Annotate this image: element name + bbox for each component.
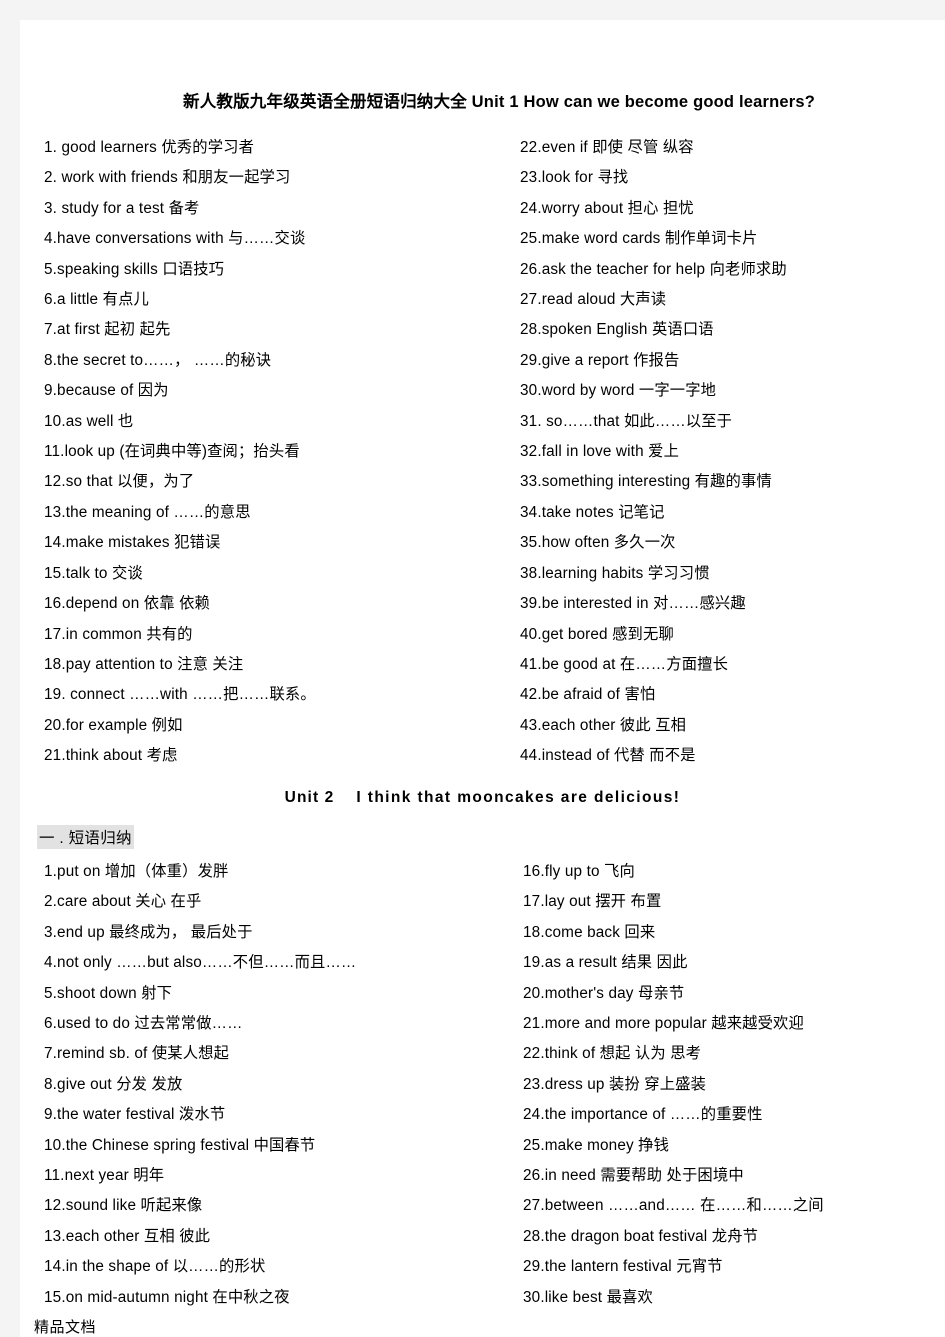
phrase-entry: 5.speaking skills 口语技巧 xyxy=(44,260,225,278)
unit2-heading-lead: Unit 2 xyxy=(284,789,335,806)
unit2-left-column: 1.put on 增加（体重）发胖 2.care about 关心 在乎 3.end… xyxy=(44,857,514,1313)
phrase-entry: 5.shoot down 射下 xyxy=(44,984,173,1002)
phrase-entry: 33.something interesting 有趣的事情 xyxy=(520,473,772,491)
phrase-entry: 39.be interested in 对……感兴趣 xyxy=(520,595,746,613)
phrase-entry: 21.more and more popular 越来越受欢迎 xyxy=(523,1015,804,1033)
phrase-entry: 41.be good at 在……方面擅长 xyxy=(520,655,729,673)
phrase-entry: 1.put on 增加（体重）发胖 xyxy=(44,863,229,880)
phrase-entry: 30.like best 最喜欢 xyxy=(523,1288,653,1306)
phrase-entry: 35.how often 多久一次 xyxy=(520,534,676,552)
phrase-entry: 3. study for a test 备考 xyxy=(44,199,200,217)
footer-note: 精品文档 xyxy=(34,1319,97,1336)
phrase-entry: 7.remind sb. of 使某人想起 xyxy=(44,1045,230,1063)
phrase-entry: 21.think about 考虑 xyxy=(44,747,178,765)
phrase-entry: 29.give a report 作报告 xyxy=(520,351,680,369)
phrase-entry: 10.the Chinese spring festival 中国春节 xyxy=(44,1136,316,1154)
phrase-entry: 27.read aloud 大声读 xyxy=(520,291,667,309)
phrase-entry: 6.a little 有点儿 xyxy=(44,291,149,309)
unit1-right-column: 22.even if 即使 尽管 纵容 23.look for 寻找 24.worr… xyxy=(520,133,940,772)
phrase-entry: 14.in the shape of 以……的形状 xyxy=(44,1258,266,1276)
phrase-entry: 19.as a result 结果 因此 xyxy=(523,954,688,972)
page-margin-top xyxy=(0,0,945,20)
phrase-entry: 31. so……that 如此……以至于 xyxy=(520,412,733,430)
phrase-entry: 16.depend on 依靠 依赖 xyxy=(44,595,210,613)
phrase-entry: 3.end up 最终成为， 最后处于 xyxy=(44,923,253,941)
phrase-entry: 23.look for 寻找 xyxy=(520,169,629,187)
phrase-entry: 29.the lantern festival 元宵节 xyxy=(523,1258,723,1276)
phrase-entry: 4.have conversations with 与……交谈 xyxy=(44,230,306,248)
phrase-entry: 8.give out 分发 发放 xyxy=(44,1075,183,1093)
phrase-entry: 16.fly up to 飞向 xyxy=(523,863,635,880)
phrase-entry: 11.next year 明年 xyxy=(44,1167,165,1185)
phrase-entry: 13.the meaning of ……的意思 xyxy=(44,503,251,521)
phrase-entry: 9.the water festival 泼水节 xyxy=(44,1106,226,1124)
phrase-entry: 27.between ……and…… 在……和……之间 xyxy=(523,1197,824,1215)
phrase-entry: 24.the importance of ……的重要性 xyxy=(523,1106,763,1124)
phrase-entry: 24.worry about 担心 担忧 xyxy=(520,199,694,217)
phrase-entry: 25.make money 挣钱 xyxy=(523,1136,670,1154)
phrase-entry: 40.get bored 感到无聊 xyxy=(520,625,674,643)
phrase-entry: 23.dress up 装扮 穿上盛装 xyxy=(523,1075,707,1093)
phrase-entry: 34.take notes 记笔记 xyxy=(520,503,665,521)
phrase-entry: 14.make mistakes 犯错误 xyxy=(44,534,221,552)
phrase-entry: 17.lay out 摆开 布置 xyxy=(523,893,662,911)
phrase-entry: 2.care about 关心 在乎 xyxy=(44,893,202,911)
phrase-entry: 8.the secret to……， ……的秘诀 xyxy=(44,351,272,369)
unit2-right-column: 16.fly up to 飞向 17.lay out 摆开 布置 18.come b… xyxy=(523,857,943,1313)
phrase-entry: 2. work with friends 和朋友一起学习 xyxy=(44,169,291,187)
page-title: 新人教版九年级英语全册短语归纳大全 Unit 1 How can we beco… xyxy=(183,88,815,112)
phrase-entry: 32.fall in love with 爱上 xyxy=(520,443,680,461)
phrase-entry: 10.as well 也 xyxy=(44,412,134,430)
unit2-heading: Unit 2 I think that mooncakes are delicio… xyxy=(20,789,945,807)
phrase-entry: 4.not only ……but also……不但……而且…… xyxy=(44,954,357,972)
phrase-entry: 30.word by word 一字一字地 xyxy=(520,382,717,400)
unit2-section-label: 一 . 短语归纳 xyxy=(37,825,134,849)
phrase-entry: 1. good learners 优秀的学习者 xyxy=(44,139,255,156)
phrase-entry: 20.mother's day 母亲节 xyxy=(523,984,685,1002)
phrase-entry: 42.be afraid of 害怕 xyxy=(520,686,656,704)
phrase-entry: 19. connect ……with ……把……联系。 xyxy=(44,686,316,704)
phrase-entry: 18.pay attention to 注意 关注 xyxy=(44,655,244,673)
phrase-entry: 22.think of 想起 认为 思考 xyxy=(523,1045,702,1063)
unit2-heading-main: I think that mooncakes are delicious! xyxy=(356,789,681,806)
phrase-entry: 20.for example 例如 xyxy=(44,716,183,734)
phrase-entry: 22.even if 即使 尽管 纵容 xyxy=(520,139,694,156)
document-page: 新人教版九年级英语全册短语归纳大全 Unit 1 How can we beco… xyxy=(20,20,945,1337)
phrase-entry: 15.on mid-autumn night 在中秋之夜 xyxy=(44,1288,290,1306)
phrase-entry: 13.each other 互相 彼此 xyxy=(44,1227,211,1245)
phrase-entry: 28.the dragon boat festival 龙舟节 xyxy=(523,1227,759,1245)
phrase-entry: 9.because of 因为 xyxy=(44,382,169,400)
unit1-left-column: 1. good learners 优秀的学习者 2. work with frie… xyxy=(44,133,504,772)
phrase-entry: 26.ask the teacher for help 向老师求助 xyxy=(520,260,787,278)
phrase-entry: 11.look up (在词典中等)查阅；抬头看 xyxy=(44,443,300,461)
phrase-entry: 28.spoken English 英语口语 xyxy=(520,321,714,339)
page-margin-left xyxy=(0,0,20,1337)
phrase-entry: 43.each other 彼此 互相 xyxy=(520,716,687,734)
phrase-entry: 15.talk to 交谈 xyxy=(44,564,143,582)
phrase-entry: 6.used to do 过去常常做…… xyxy=(44,1015,243,1033)
phrase-entry: 25.make word cards 制作单词卡片 xyxy=(520,230,758,248)
phrase-entry: 44.instead of 代替 而不是 xyxy=(520,747,696,765)
phrase-entry: 26.in need 需要帮助 处于困境中 xyxy=(523,1167,744,1185)
phrase-entry: 12.sound like 听起来像 xyxy=(44,1197,203,1215)
phrase-entry: 12.so that 以便，为了 xyxy=(44,473,195,491)
phrase-entry: 18.come back 回来 xyxy=(523,923,656,941)
phrase-entry: 17.in common 共有的 xyxy=(44,625,193,643)
phrase-entry: 7.at first 起初 起先 xyxy=(44,321,171,339)
page-title-text: 新人教版九年级英语全册短语归纳大全 Unit 1 How can we beco… xyxy=(183,93,816,111)
phrase-entry: 38.learning habits 学习习惯 xyxy=(520,564,710,582)
